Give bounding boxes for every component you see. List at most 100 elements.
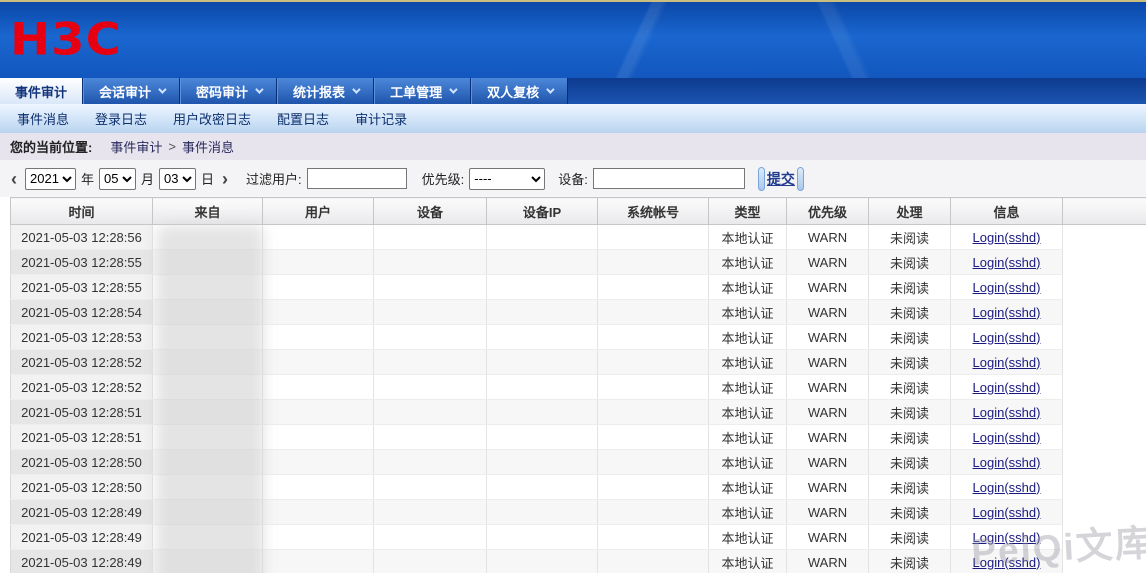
day-select[interactable]: 03: [159, 168, 196, 190]
month-suffix-label: 月: [141, 169, 154, 188]
sub-nav-item-4[interactable]: 审计记录: [342, 109, 420, 128]
table-row: 2021-05-03 12:28:52本地认证WARN未阅读Login(sshd…: [11, 350, 1146, 375]
event-info-link[interactable]: Login(sshd): [973, 455, 1041, 470]
cell-user: [263, 250, 374, 275]
table-row: 2021-05-03 12:28:55本地认证WARN未阅读Login(sshd…: [11, 275, 1146, 300]
event-info-link[interactable]: Login(sshd): [973, 305, 1041, 320]
h3c-logo: H3C: [10, 14, 122, 66]
prev-day-icon[interactable]: ‹: [8, 169, 20, 189]
cell-priority: WARN: [787, 400, 869, 425]
column-header-1: 来自: [153, 198, 263, 225]
cell-device_ip: [487, 300, 598, 325]
column-header-6: 类型: [709, 198, 787, 225]
sub-nav-item-3[interactable]: 配置日志: [264, 109, 342, 128]
tab-0[interactable]: 事件审计: [0, 78, 83, 104]
cell-status: 未阅读: [869, 475, 951, 500]
cell-priority: WARN: [787, 550, 869, 573]
cell-user: [263, 375, 374, 400]
event-info-link[interactable]: Login(sshd): [973, 430, 1041, 445]
cell-status: 未阅读: [869, 275, 951, 300]
year-select[interactable]: 2021: [25, 168, 76, 190]
event-info-link[interactable]: Login(sshd): [973, 355, 1041, 370]
cell-from: [153, 375, 263, 400]
tab-1[interactable]: 会话审计: [83, 78, 180, 104]
cell-device_ip: [487, 475, 598, 500]
cell-filler: [1063, 500, 1146, 525]
table-row: 2021-05-03 12:28:55本地认证WARN未阅读Login(sshd…: [11, 250, 1146, 275]
cell-status: 未阅读: [869, 225, 951, 250]
cell-from: [153, 275, 263, 300]
cell-device: [374, 525, 487, 550]
breadcrumb: 您的当前位置: 事件审计 > 事件消息: [0, 133, 1146, 160]
tab-label: 双人复核: [487, 82, 539, 101]
event-info-link[interactable]: Login(sshd): [973, 230, 1041, 245]
cell-time: 2021-05-03 12:28:49: [11, 550, 153, 573]
cell-type: 本地认证: [709, 550, 787, 573]
cell-user: [263, 300, 374, 325]
cell-user: [263, 500, 374, 525]
month-select[interactable]: 05: [99, 168, 136, 190]
user-filter-input[interactable]: [307, 168, 407, 189]
cell-device: [374, 350, 487, 375]
table-row: 2021-05-03 12:28:50本地认证WARN未阅读Login(sshd…: [11, 475, 1146, 500]
cell-type: 本地认证: [709, 225, 787, 250]
event-info-link[interactable]: Login(sshd): [973, 480, 1041, 495]
cell-device_ip: [487, 375, 598, 400]
priority-select[interactable]: ----: [469, 168, 545, 190]
next-day-icon[interactable]: ›: [219, 169, 231, 189]
event-table: 时间来自用户设备设备IP系统帐号类型优先级处理信息 2021-05-03 12:…: [10, 197, 1146, 573]
cell-type: 本地认证: [709, 300, 787, 325]
table-row: 2021-05-03 12:28:56本地认证WARN未阅读Login(sshd…: [11, 225, 1146, 250]
cell-user: [263, 450, 374, 475]
cell-time: 2021-05-03 12:28:52: [11, 350, 153, 375]
sub-nav-item-0[interactable]: 事件消息: [4, 109, 82, 128]
table-row: 2021-05-03 12:28:50本地认证WARN未阅读Login(sshd…: [11, 450, 1146, 475]
cell-filler: [1063, 525, 1146, 550]
breadcrumb-link-event-message[interactable]: 事件消息: [182, 137, 234, 156]
event-info-link[interactable]: Login(sshd): [973, 405, 1041, 420]
cell-device: [374, 300, 487, 325]
cell-account: [598, 225, 709, 250]
cell-status: 未阅读: [869, 400, 951, 425]
tab-3[interactable]: 统计报表: [277, 78, 374, 104]
chevron-down-icon: [255, 85, 263, 93]
tab-2[interactable]: 密码审计: [180, 78, 277, 104]
cell-info: Login(sshd): [951, 275, 1063, 300]
cell-type: 本地认证: [709, 350, 787, 375]
sub-nav-item-1[interactable]: 登录日志: [82, 109, 160, 128]
cell-info: Login(sshd): [951, 475, 1063, 500]
device-input[interactable]: [593, 168, 745, 189]
event-info-link[interactable]: Login(sshd): [973, 530, 1041, 545]
column-header-4: 设备IP: [487, 198, 598, 225]
event-info-link[interactable]: Login(sshd): [973, 555, 1041, 570]
sub-nav-item-2[interactable]: 用户改密日志: [160, 109, 264, 128]
tab-4[interactable]: 工单管理: [374, 78, 471, 104]
cell-info: Login(sshd): [951, 500, 1063, 525]
event-info-link[interactable]: Login(sshd): [973, 380, 1041, 395]
table-row: 2021-05-03 12:28:54本地认证WARN未阅读Login(sshd…: [11, 300, 1146, 325]
cell-type: 本地认证: [709, 475, 787, 500]
cell-time: 2021-05-03 12:28:55: [11, 275, 153, 300]
cell-info: Login(sshd): [951, 375, 1063, 400]
event-info-link[interactable]: Login(sshd): [973, 505, 1041, 520]
column-header-10: [1063, 198, 1146, 225]
cell-time: 2021-05-03 12:28:50: [11, 450, 153, 475]
column-header-8: 处理: [869, 198, 951, 225]
breadcrumb-link-event-audit[interactable]: 事件审计: [110, 137, 162, 156]
tab-5[interactable]: 双人复核: [471, 78, 568, 104]
breadcrumb-separator: >: [168, 139, 176, 154]
cell-from: [153, 250, 263, 275]
cell-account: [598, 325, 709, 350]
chevron-down-icon: [352, 85, 360, 93]
cell-account: [598, 525, 709, 550]
brand-header: H3C: [0, 0, 1146, 78]
event-info-link[interactable]: Login(sshd): [973, 330, 1041, 345]
cell-filler: [1063, 400, 1146, 425]
cell-time: 2021-05-03 12:28:55: [11, 250, 153, 275]
cell-status: 未阅读: [869, 500, 951, 525]
event-info-link[interactable]: Login(sshd): [973, 255, 1041, 270]
cell-device: [374, 475, 487, 500]
submit-button[interactable]: 提交: [758, 167, 804, 191]
cell-type: 本地认证: [709, 400, 787, 425]
event-info-link[interactable]: Login(sshd): [973, 280, 1041, 295]
